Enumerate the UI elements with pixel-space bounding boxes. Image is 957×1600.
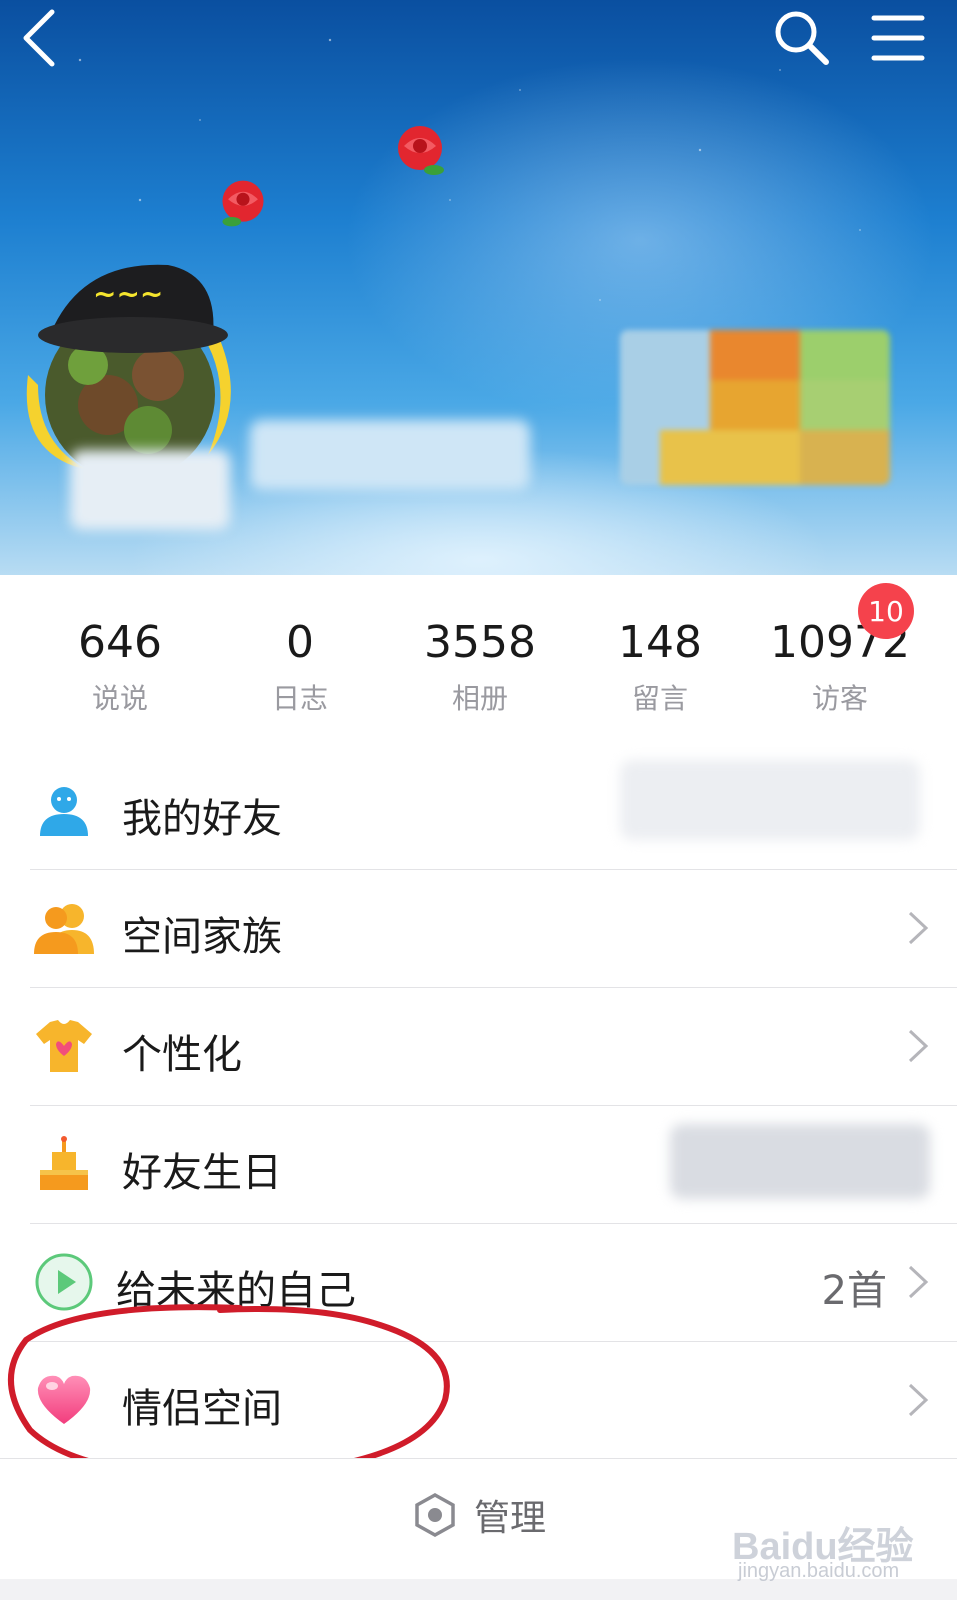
stat-label: 说说 [91,682,148,715]
user-icon [40,787,88,836]
stat-liuyan[interactable]: 148 留言 [570,575,750,752]
chevron-right-icon [908,1265,929,1299]
watermark-url: jingyan.baidu.com [738,1560,900,1582]
manage-button[interactable]: 管理 [412,1489,546,1541]
stats-bar: 646 说说 0 日志 3558 相册 148 留言 10972 访客 [0,575,957,753]
rose-decoration [222,180,264,227]
stat-label: 日志 [271,682,328,715]
chevron-right-icon [908,911,929,945]
back-icon[interactable] [14,8,74,68]
stat-label: 相册 [451,682,508,715]
stat-rizhi[interactable]: 0 日志 [210,575,390,752]
menu-item-friend-birthday[interactable]: 好友生日 [30,1106,957,1224]
blurred-username [250,420,530,490]
svg-text:~~~: ~~~ [93,277,163,310]
menu-item-personalize[interactable]: 个性化 [30,988,957,1106]
menu-item-my-friends[interactable]: 我的好友 [30,752,957,870]
profile-header: ~~~ [0,0,957,575]
chevron-right-icon [908,1029,929,1063]
blurred-friend-avatars [620,760,920,840]
stat-value: 646 [78,617,162,668]
stat-value: 3558 [424,617,536,668]
stat-label: 访客 [811,682,868,715]
birthday-cake-icon [40,1136,88,1190]
manage-label: 管理 [474,1498,547,1539]
stat-xiangce[interactable]: 3558 相册 [390,575,570,752]
blurred-birthday-avatars [670,1124,930,1199]
blurred-decoration [620,330,890,485]
stat-label: 留言 [631,682,688,715]
hamburger-menu-icon[interactable] [868,8,928,68]
family-icon [34,904,94,954]
search-icon[interactable] [772,8,832,68]
song-count: 2首 [821,1268,887,1314]
tshirt-icon [36,1020,92,1072]
menu-item-label: 空间家族 [122,914,282,960]
stat-value: 148 [618,617,702,668]
menu-item-label: 个性化 [122,1032,242,1078]
stat-shuoshuo[interactable]: 646 说说 [30,575,210,752]
menu-item-label: 我的好友 [122,796,282,842]
menu-item-label: 好友生日 [122,1150,282,1196]
stat-value: 0 [286,617,314,668]
visitor-count-badge: 10 [858,583,914,639]
blurred-level-badge [70,450,230,530]
menu-item-space-family[interactable]: 空间家族 [30,870,957,988]
chevron-right-icon [908,1383,929,1417]
hexagon-settings-icon [415,1492,455,1538]
avatar[interactable]: ~~~ [18,255,238,480]
rose-decoration [398,126,444,175]
